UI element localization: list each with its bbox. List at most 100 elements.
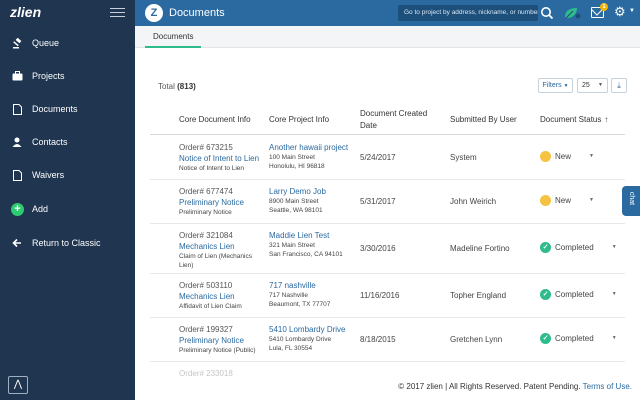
- leaf-icon[interactable]: [563, 6, 581, 20]
- document-link[interactable]: Notice of Intent to Lien: [179, 153, 267, 164]
- status-new-icon: [540, 195, 551, 206]
- project-link[interactable]: Another hawaii project: [269, 142, 359, 153]
- total-value: (813): [177, 82, 196, 91]
- column-header-created-date[interactable]: Document Created Date: [360, 108, 440, 132]
- chevron-down-icon[interactable]: ▼: [589, 195, 594, 206]
- submitted-by: Gretchen Lynn: [450, 335, 503, 344]
- total-label: Total: [158, 82, 175, 91]
- status-label: Completed: [555, 290, 594, 299]
- chat-button[interactable]: chat: [622, 186, 640, 216]
- column-header-project-info[interactable]: Core Project Info: [269, 114, 329, 126]
- project-link[interactable]: 5410 Lombardy Drive: [269, 324, 359, 335]
- column-header-document-info[interactable]: Core Document Info: [179, 114, 251, 126]
- gavel-icon: [10, 36, 24, 50]
- document-link[interactable]: Mechanics Lien: [179, 241, 267, 252]
- page-size-select[interactable]: 25 ▼: [577, 78, 608, 93]
- document-type: Affidavit of Lien Claim: [179, 303, 242, 310]
- created-date: 11/16/2016: [360, 291, 400, 300]
- project-info-cell: Another hawaii project 100 Main Street H…: [269, 142, 359, 171]
- hamburger-icon[interactable]: [110, 8, 125, 17]
- project-address-line2: Seattle, WA 98101: [269, 207, 323, 214]
- document-info-cell: Order# 673215 Notice of Intent to Lien N…: [179, 142, 267, 173]
- briefcase-icon: [10, 69, 24, 83]
- project-address-line2: Lula, FL 30554: [269, 345, 313, 352]
- document-type: Claim of Lien (Mechanics Lien): [179, 253, 252, 269]
- created-date: 5/31/2017: [360, 197, 396, 206]
- status-badge: ✓ Completed ▼: [540, 333, 617, 344]
- table-row[interactable]: Order# 199327 Preliminary Notice Prelimi…: [150, 318, 625, 362]
- sidebar-item-documents[interactable]: Documents: [0, 98, 135, 120]
- submitted-by: System: [450, 153, 477, 162]
- order-number: Order# 199327: [179, 325, 233, 334]
- project-address-line1: 8900 Main Street: [269, 198, 319, 205]
- sidebar-item-projects[interactable]: Projects: [0, 65, 135, 87]
- terms-of-use-link[interactable]: Terms of Use.: [583, 382, 632, 391]
- document-type: Notice of Intent to Lien: [179, 165, 245, 172]
- created-date: 5/24/2017: [360, 153, 396, 162]
- project-link[interactable]: 717 nashville: [269, 280, 359, 291]
- status-label: Completed: [555, 243, 594, 252]
- chevron-down-icon[interactable]: ▼: [612, 333, 617, 344]
- created-date: 8/18/2015: [360, 335, 396, 344]
- table-row[interactable]: Order# 673215 Notice of Intent to Lien N…: [150, 136, 625, 180]
- total-count: Total (813): [158, 82, 196, 91]
- status-label: New: [555, 196, 572, 205]
- sidebar-header: zlien: [0, 0, 135, 26]
- document-info-cell: Order# 199327 Preliminary Notice Prelimi…: [179, 324, 267, 355]
- project-link[interactable]: Maddie Lien Test: [269, 230, 359, 241]
- project-address-line1: 321 Main Street: [269, 242, 315, 249]
- project-address-line2: Beaumont, TX 77707: [269, 301, 331, 308]
- logo-mark-icon: ⋀: [13, 379, 23, 390]
- sidebar: zlien Queue Projects Documents Contacts …: [0, 0, 135, 400]
- page-title: Documents: [169, 7, 225, 19]
- column-header-status-label: Document Status: [540, 115, 602, 124]
- sort-arrow-up-icon[interactable]: ↑: [604, 115, 608, 124]
- chevron-down-icon[interactable]: ▼: [612, 289, 617, 300]
- user-icon: [10, 135, 24, 149]
- status-badge: ✓ Completed ▼: [540, 242, 617, 253]
- sidebar-item-add[interactable]: + Add: [0, 198, 135, 220]
- document-link[interactable]: Mechanics Lien: [179, 291, 267, 302]
- column-header-status[interactable]: Document Status ↑: [540, 114, 608, 126]
- table-row[interactable]: Order# 503110 Mechanics Lien Affidavit o…: [150, 274, 625, 318]
- sidebar-item-contacts[interactable]: Contacts: [0, 131, 135, 153]
- document-icon: [10, 168, 24, 182]
- document-link[interactable]: Preliminary Notice: [179, 197, 267, 208]
- document-link[interactable]: Preliminary Notice: [179, 335, 267, 346]
- collapse-sidebar-button[interactable]: ⋀: [8, 376, 28, 394]
- column-header-submitted-by[interactable]: Submitted By User: [450, 114, 517, 126]
- search-icon[interactable]: [540, 6, 554, 20]
- table-row[interactable]: Order# 321084 Mechanics Lien Claim of Li…: [150, 224, 625, 274]
- document-info-cell: Order# 503110 Mechanics Lien Affidavit o…: [179, 280, 267, 311]
- sidebar-item-return-to-classic[interactable]: Return to Classic: [0, 232, 135, 254]
- tab-documents[interactable]: Documents: [145, 26, 202, 48]
- document-icon: [10, 102, 24, 116]
- project-link[interactable]: Larry Demo Job: [269, 186, 359, 197]
- project-info-cell: 717 nashville 717 Nashville Beaumont, TX…: [269, 280, 359, 309]
- status-badge: New ▼: [540, 151, 594, 162]
- footer: © 2017 zlien | All Rights Reserved. Pate…: [135, 378, 640, 400]
- chevron-down-icon[interactable]: ▼: [589, 151, 594, 162]
- chat-label: chat: [628, 191, 636, 206]
- table-row[interactable]: Order# 677474 Preliminary Notice Prelimi…: [150, 180, 625, 224]
- submitted-by: Topher England: [450, 291, 507, 300]
- sidebar-item-waivers[interactable]: Waivers: [0, 164, 135, 186]
- project-address-line1: 717 Nashville: [269, 292, 309, 299]
- tab-bar: Documents: [135, 26, 640, 48]
- sidebar-item-queue[interactable]: Queue: [0, 32, 135, 54]
- filters-button[interactable]: Filters ▼: [538, 78, 573, 93]
- search-input[interactable]: Go to project by address, nickname, or n…: [398, 5, 538, 21]
- copyright-text: © 2017 zlien | All Rights Reserved. Pate…: [398, 382, 581, 391]
- chevron-down-icon[interactable]: ▼: [612, 242, 617, 253]
- checkmark-icon: ✓: [540, 333, 551, 344]
- status-badge: ✓ Completed ▼: [540, 289, 617, 300]
- download-button[interactable]: ⤓: [611, 78, 627, 93]
- notification-badge: 1: [600, 3, 608, 11]
- gear-icon[interactable]: ⚙: [614, 5, 626, 19]
- arrow-left-icon: [10, 236, 24, 250]
- status-badge: New ▼: [540, 195, 594, 206]
- project-address-line1: 5410 Lombardy Drive: [269, 336, 332, 343]
- chevron-down-icon[interactable]: ▼: [629, 8, 635, 14]
- filters-label: Filters: [542, 82, 562, 89]
- sidebar-item-label: Queue: [32, 38, 60, 48]
